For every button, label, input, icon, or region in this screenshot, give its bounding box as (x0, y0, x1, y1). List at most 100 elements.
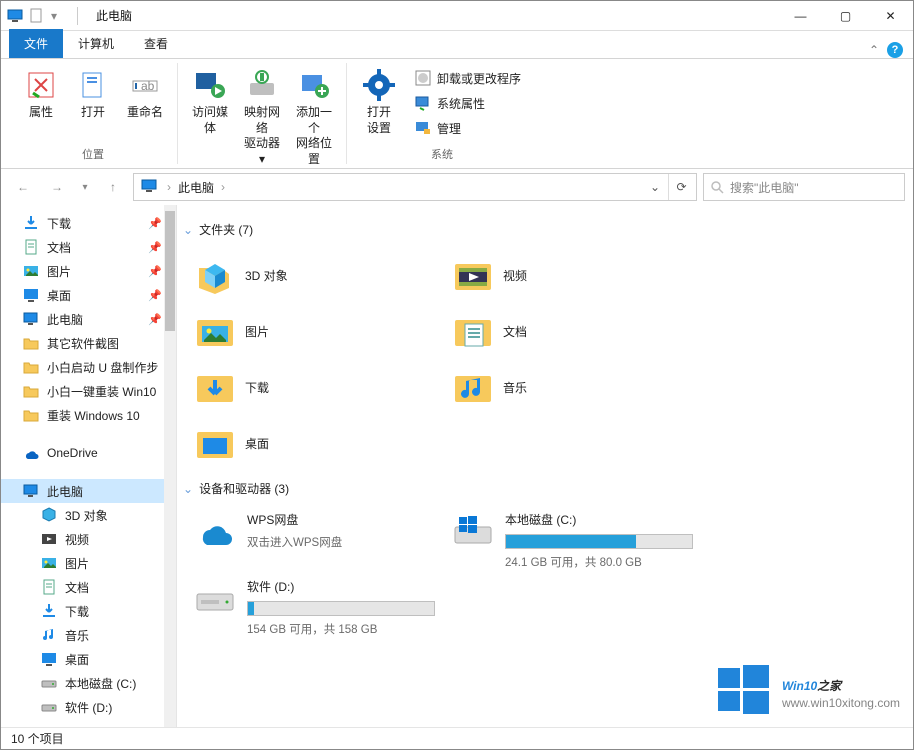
dropdown-icon[interactable]: ▾ (51, 8, 67, 24)
folder-item[interactable]: 音乐 (453, 360, 703, 416)
rename-button[interactable]: ab 重命名 (121, 65, 169, 125)
folder-item[interactable]: 桌面 (195, 416, 445, 472)
search-icon (710, 180, 724, 194)
pin-icon: 📌 (148, 289, 162, 302)
pc-icon (23, 311, 39, 327)
video-icon (41, 531, 57, 547)
group-header-devices[interactable]: ⌄ 设备和驱动器 (3) (181, 472, 899, 507)
pic-icon (195, 312, 235, 352)
folder-icon (23, 383, 39, 399)
sidebar-item-pic[interactable]: 图片📌 (1, 259, 176, 283)
sidebar-item-this-pc[interactable]: 此电脑 (1, 479, 176, 503)
3d-icon (195, 256, 235, 296)
search-input[interactable]: 搜索"此电脑" (703, 173, 905, 201)
pic-icon (23, 263, 39, 279)
open-button[interactable]: 打开 (69, 65, 117, 125)
pc-icon (140, 177, 160, 197)
tab-view[interactable]: 查看 (129, 29, 183, 58)
maximize-button[interactable]: ▢ (823, 1, 868, 31)
pin-icon: 📌 (148, 241, 162, 254)
music-icon (41, 627, 57, 643)
add-network-location-button[interactable]: 添加一个 网络位置 (290, 65, 338, 171)
sidebar-item-doc[interactable]: 文档📌 (1, 235, 176, 259)
properties-button[interactable]: 属性 (17, 65, 65, 125)
3d-icon (41, 507, 57, 523)
collapse-ribbon-icon[interactable]: ⌃ (869, 43, 879, 57)
breadcrumb[interactable]: 此电脑 (174, 177, 218, 198)
pin-icon: 📌 (148, 217, 162, 230)
download-icon (41, 603, 57, 619)
sidebar-item-download[interactable]: 下载 (1, 599, 176, 623)
map-drive-button[interactable]: 映射网络 驱动器 ▾ (238, 65, 286, 171)
folder-icon (23, 407, 39, 423)
tab-computer[interactable]: 计算机 (63, 29, 129, 58)
tab-file[interactable]: 文件 (9, 29, 63, 58)
system-properties-button[interactable]: 系统属性 (411, 92, 525, 114)
close-button[interactable]: ✕ (868, 1, 913, 31)
folder-item[interactable]: 下载 (195, 360, 445, 416)
drive-item[interactable]: 本地磁盘 (C:)24.1 GB 可用，共 80.0 GB (453, 507, 703, 574)
drive-icon (41, 675, 57, 691)
video-icon (453, 256, 493, 296)
sidebar-item-folder[interactable]: 其它软件截图 (1, 331, 176, 355)
usage-bar (505, 534, 693, 549)
address-bar[interactable]: › 此电脑 › ⌄ ⟳ (133, 173, 697, 201)
access-media-button[interactable]: 访问媒体 (186, 65, 234, 140)
ribbon: 属性 打开 ab 重命名 位置 访问媒体 (1, 59, 913, 169)
folder-item[interactable]: 视频 (453, 248, 703, 304)
drive-item[interactable]: WPS网盘双击进入WPS网盘 (195, 507, 445, 574)
pic-icon (41, 555, 57, 571)
download-icon (195, 368, 235, 408)
refresh-icon[interactable]: ⟳ (668, 174, 694, 200)
sidebar-item-folder[interactable]: 小白启动 U 盘制作步 (1, 355, 176, 379)
address-row: ← → ▾ ↑ › 此电脑 › ⌄ ⟳ 搜索"此电脑" (1, 169, 913, 205)
sidebar-item-doc[interactable]: 文档 (1, 575, 176, 599)
sidebar-item-download[interactable]: 下载📌 (1, 211, 176, 235)
sidebar-item-pic[interactable]: 图片 (1, 551, 176, 575)
folder-item[interactable]: 图片 (195, 304, 445, 360)
folder-item[interactable]: 3D 对象 (195, 248, 445, 304)
title-bar: ▾ 此电脑 — ▢ ✕ (1, 1, 913, 31)
group-header-folders[interactable]: ⌄ 文件夹 (7) (181, 213, 899, 248)
group-system-label: 系统 (431, 142, 453, 162)
drive-item[interactable]: 软件 (D:)154 GB 可用，共 158 GB (195, 574, 445, 641)
ribbon-tabs: 文件 计算机 查看 ⌃ ? (1, 31, 913, 59)
forward-button[interactable]: → (43, 173, 71, 201)
pin-icon: 📌 (148, 265, 162, 278)
scrollbar[interactable] (164, 205, 176, 727)
group-location-label: 位置 (82, 142, 104, 162)
sidebar-item-music[interactable]: 音乐 (1, 623, 176, 647)
new-doc-icon[interactable] (29, 8, 45, 24)
content-pane: ⌄ 文件夹 (7) 3D 对象视频图片文档下载音乐桌面 ⌄ 设备和驱动器 (3)… (177, 205, 913, 727)
address-dropdown-icon[interactable]: ⌄ (642, 174, 668, 200)
sidebar-item-folder[interactable]: 小白一键重装 Win10 (1, 379, 176, 403)
sidebar-item-onedrive[interactable]: OneDrive (1, 441, 176, 465)
sidebar-item-video[interactable]: 视频 (1, 527, 176, 551)
desktop-icon (41, 651, 57, 667)
doc-icon (23, 239, 39, 255)
sidebar-item-desktop[interactable]: 桌面📌 (1, 283, 176, 307)
open-settings-button[interactable]: 打开 设置 (355, 65, 403, 140)
history-dropdown-icon[interactable]: ▾ (77, 173, 93, 201)
manage-button[interactable]: 管理 (411, 117, 525, 139)
svg-text:ab: ab (141, 79, 155, 93)
sidebar-item-3d[interactable]: 3D 对象 (1, 503, 176, 527)
sidebar-item-drive[interactable]: 软件 (D:) (1, 695, 176, 719)
sidebar-item-desktop[interactable]: 桌面 (1, 647, 176, 671)
back-button[interactable]: ← (9, 173, 37, 201)
minimize-button[interactable]: — (778, 1, 823, 31)
sidebar-item-drive[interactable]: 本地磁盘 (C:) (1, 671, 176, 695)
uninstall-programs-button[interactable]: 卸载或更改程序 (411, 67, 525, 89)
help-icon[interactable]: ? (887, 42, 903, 58)
music-icon (453, 368, 493, 408)
navigation-pane: 下载📌文档📌图片📌桌面📌此电脑📌其它软件截图小白启动 U 盘制作步小白一键重装 … (1, 205, 177, 727)
sidebar-item-pc[interactable]: 此电脑📌 (1, 307, 176, 331)
sidebar-item-folder[interactable]: 重装 Windows 10 (1, 403, 176, 427)
status-bar: 10 个项目 (1, 727, 913, 749)
window-title: 此电脑 (88, 7, 132, 24)
drive-icon (41, 699, 57, 715)
doc-icon (453, 312, 493, 352)
up-button[interactable]: ↑ (99, 173, 127, 201)
folder-item[interactable]: 文档 (453, 304, 703, 360)
download-icon (23, 215, 39, 231)
